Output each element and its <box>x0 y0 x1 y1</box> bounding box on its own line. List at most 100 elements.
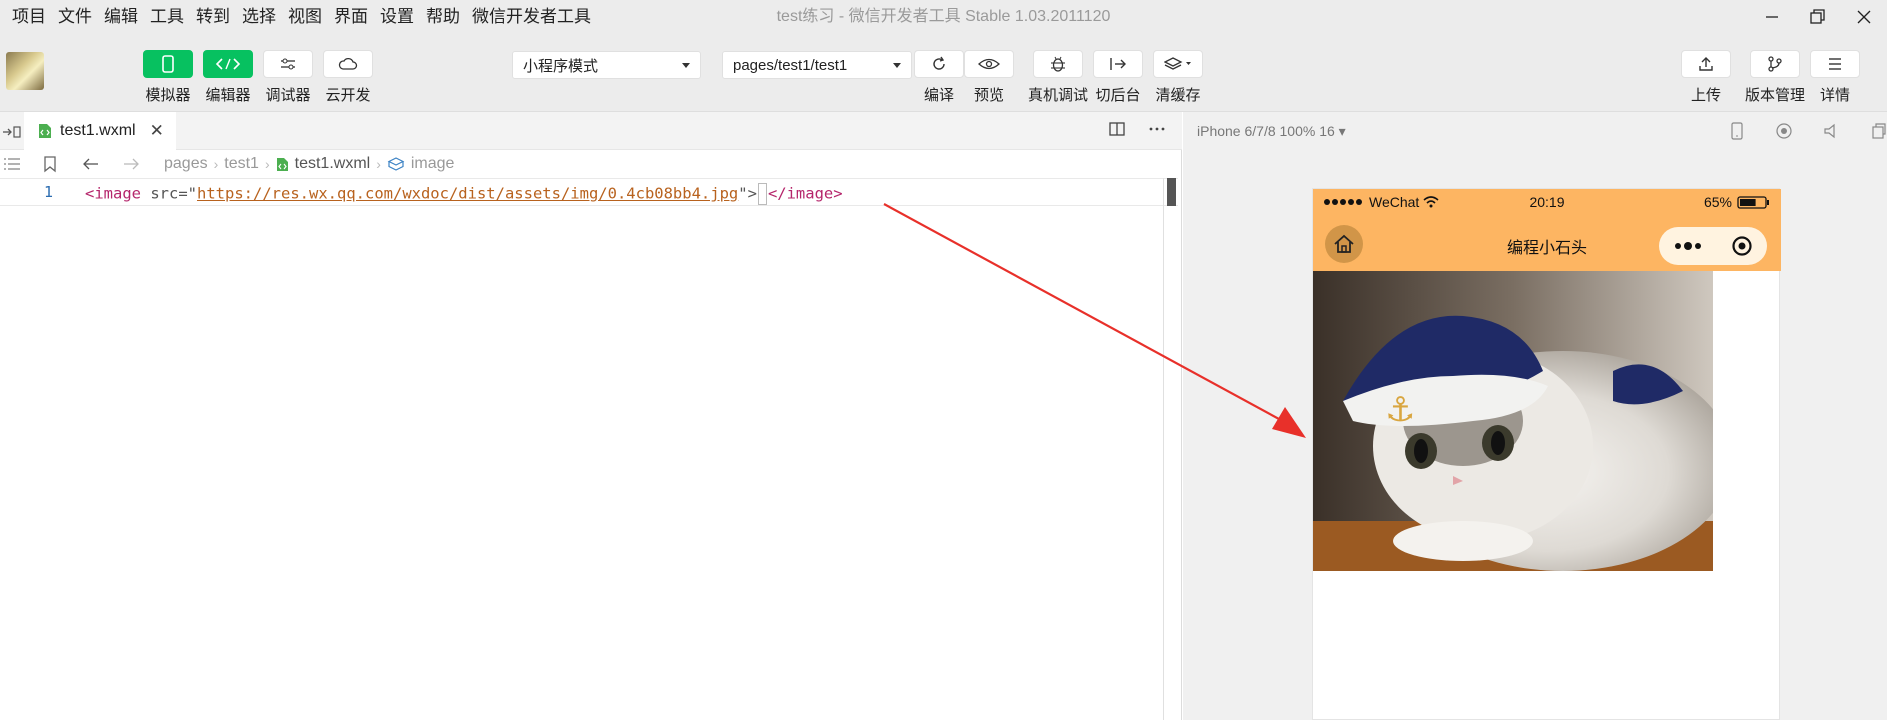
element-cube-icon <box>387 157 405 171</box>
clear-cache-label: 清缓存 <box>1155 87 1201 104</box>
page-select[interactable]: pages/test1/test1 <box>722 51 912 79</box>
bookmark-icon[interactable] <box>42 155 58 173</box>
upload-tool[interactable]: 上传 <box>1681 50 1731 105</box>
cloud-icon <box>338 57 358 70</box>
breadcrumb-test1[interactable]: test1 <box>224 155 259 173</box>
menu-edit[interactable]: 编辑 <box>98 0 144 34</box>
volume-icon[interactable] <box>1823 122 1841 140</box>
details-tool[interactable]: 详情 <box>1810 50 1860 105</box>
detach-window-icon[interactable] <box>1871 122 1887 140</box>
simulator-tool[interactable]: 模拟器 <box>143 50 193 105</box>
editor-label: 编辑器 <box>205 87 251 104</box>
title-bar: 项目 文件 编辑 工具 转到 选择 视图 界面 设置 帮助 微信开发者工具 te… <box>0 0 1887 34</box>
mode-select-value: 小程序模式 <box>523 57 599 75</box>
menu-help[interactable]: 帮助 <box>420 0 466 34</box>
version-tool[interactable]: 版本管理 <box>1745 50 1805 105</box>
editor-ruler <box>1163 178 1164 720</box>
editor-scrollbar[interactable] <box>1167 178 1176 206</box>
compile-button[interactable] <box>914 50 964 78</box>
outline-icon[interactable] <box>2 156 22 172</box>
background-button[interactable] <box>1093 50 1143 78</box>
preview-button[interactable] <box>964 50 1014 78</box>
close-icon <box>1857 10 1871 24</box>
menu-wechat-devtools[interactable]: 微信开发者工具 <box>466 0 597 34</box>
code-url-string[interactable]: https://res.wx.qq.com/wxdoc/dist/assets/… <box>197 185 738 203</box>
minimize-button[interactable] <box>1749 0 1795 34</box>
menu-file[interactable]: 文件 <box>52 0 98 34</box>
debugger-button[interactable] <box>263 50 313 78</box>
real-debug-button[interactable] <box>1033 50 1083 78</box>
battery-area: 65% <box>1704 194 1771 210</box>
menu-view[interactable]: 视图 <box>282 0 328 34</box>
chevron-down-icon <box>682 62 690 68</box>
menu-bar: 项目 文件 编辑 工具 转到 选择 视图 界面 设置 帮助 微信开发者工具 <box>0 0 597 34</box>
simulator-button[interactable] <box>143 50 193 78</box>
chevron-down-icon <box>893 62 901 68</box>
mode-select[interactable]: 小程序模式 <box>512 51 701 79</box>
refresh-icon <box>933 56 945 70</box>
line-number: 1 <box>44 183 54 201</box>
code-close-tag: </image> <box>767 184 843 203</box>
preview-tool[interactable]: 预览 <box>964 50 1014 105</box>
editor-tabs-bar: test1.wxml ✕ <box>0 112 1182 150</box>
phone-screen: WeChat 20:19 65% 编程小石头 ⚓ <box>1312 188 1781 720</box>
simulator-panel: iPhone 6/7/8 100% 16 ▾ WeChat 20:19 65% <box>1183 112 1887 720</box>
debugger-tool[interactable]: 调试器 <box>263 50 313 105</box>
clear-cache-button[interactable] <box>1153 50 1203 78</box>
upload-button[interactable] <box>1681 50 1731 78</box>
battery-icon <box>1737 196 1769 209</box>
code-attr: src= <box>141 184 188 203</box>
editor-tool[interactable]: 编辑器 <box>203 50 253 105</box>
menu-settings[interactable]: 设置 <box>374 0 420 34</box>
menu-interface[interactable]: 界面 <box>328 0 374 34</box>
more-dots-icon[interactable] <box>1673 241 1703 251</box>
menu-tools[interactable]: 工具 <box>144 0 190 34</box>
menu-goto[interactable]: 转到 <box>190 0 236 34</box>
chevron-right-icon: › <box>264 156 270 172</box>
code-open-tag: <image <box>85 184 141 203</box>
menu-project[interactable]: 项目 <box>6 0 52 34</box>
phone-status-bar: WeChat 20:19 65% <box>1313 189 1781 217</box>
cloud-tool[interactable]: 云开发 <box>323 50 373 105</box>
back-arrow-icon[interactable] <box>82 157 100 171</box>
toolbar: 模拟器 编辑器 调试器 云开发 小程序模式 pages/test1/test1 <box>0 34 1887 112</box>
menu-icon <box>1829 58 1841 70</box>
split-editor-icon[interactable] <box>1108 120 1126 138</box>
close-window-button[interactable] <box>1841 0 1887 34</box>
compile-label: 编译 <box>923 87 954 104</box>
editor-button[interactable] <box>203 50 253 78</box>
simulator-header: iPhone 6/7/8 100% 16 ▾ <box>1183 112 1887 150</box>
breadcrumb-element[interactable]: image <box>411 155 455 173</box>
phone-outline-icon[interactable] <box>1729 122 1745 140</box>
details-button[interactable] <box>1810 50 1860 78</box>
forward-arrow-icon[interactable] <box>122 157 140 171</box>
menu-select[interactable]: 选择 <box>236 0 282 34</box>
code-text[interactable]: <image src="https://res.wx.qq.com/wxdoc/… <box>85 183 843 205</box>
cat-image: ⚓ <box>1313 271 1713 571</box>
compile-tool[interactable]: 编译 <box>914 50 964 105</box>
cloud-button[interactable] <box>323 50 373 78</box>
record-icon[interactable] <box>1775 122 1793 140</box>
debugger-label: 调试器 <box>265 87 311 104</box>
restore-button[interactable] <box>1795 0 1841 34</box>
real-debug-tool[interactable]: 真机调试 <box>1028 50 1088 105</box>
background-tool[interactable]: 切后台 <box>1093 50 1143 105</box>
avatar[interactable] <box>6 52 44 90</box>
breadcrumb-pages[interactable]: pages <box>164 155 208 173</box>
chevron-right-icon: › <box>376 156 381 172</box>
close-tab-icon[interactable]: ✕ <box>150 121 164 141</box>
breadcrumb-file[interactable]: test1.wxml <box>295 155 371 173</box>
close-miniprogram-icon[interactable] <box>1731 235 1753 257</box>
code-line[interactable]: 1 <image src="https://res.wx.qq.com/wxdo… <box>0 178 1178 206</box>
sliders-icon <box>281 58 295 70</box>
tab-test1-wxml[interactable]: test1.wxml ✕ <box>24 112 176 150</box>
more-icon[interactable] <box>1148 120 1166 138</box>
capsule-menu[interactable] <box>1659 227 1767 265</box>
wxml-file-icon <box>39 124 51 138</box>
clear-cache-tool[interactable]: 清缓存 <box>1153 50 1203 105</box>
upload-label: 上传 <box>1690 87 1721 104</box>
version-button[interactable] <box>1750 50 1800 78</box>
phone-nav-bar: 编程小石头 <box>1313 217 1781 271</box>
collapse-sidebar-icon[interactable] <box>2 124 22 140</box>
device-select[interactable]: iPhone 6/7/8 100% 16 ▾ <box>1197 123 1346 140</box>
